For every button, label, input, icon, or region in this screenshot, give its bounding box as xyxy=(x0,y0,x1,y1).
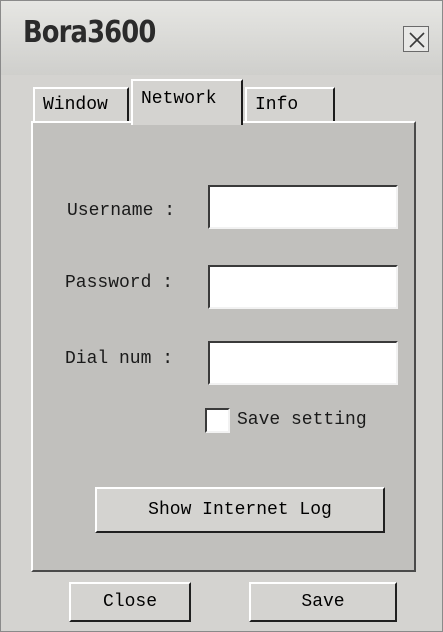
close-icon xyxy=(409,32,425,48)
dial-num-label: Dial num : xyxy=(65,349,174,369)
window-title: Bora3600 xyxy=(23,15,156,50)
dial-num-field[interactable] xyxy=(208,341,398,385)
password-field[interactable] xyxy=(208,265,398,309)
tab-window[interactable]: Window xyxy=(33,87,129,123)
save-setting-label[interactable]: Save setting xyxy=(237,410,367,430)
title-bar[interactable]: Bora3600 xyxy=(1,1,442,75)
save-button[interactable]: Save xyxy=(249,582,397,622)
dialog-window: Bora3600 Window Network Info Username : … xyxy=(0,0,443,632)
tab-info[interactable]: Info xyxy=(245,87,335,123)
tab-network[interactable]: Network xyxy=(131,79,243,125)
close-window-button[interactable] xyxy=(403,26,429,52)
close-button[interactable]: Close xyxy=(69,582,191,622)
save-setting-checkbox[interactable] xyxy=(205,408,230,433)
username-label: Username : xyxy=(67,201,176,221)
show-internet-log-button[interactable]: Show Internet Log xyxy=(95,487,385,533)
username-field[interactable] xyxy=(208,185,398,229)
password-label: Password : xyxy=(65,273,174,293)
